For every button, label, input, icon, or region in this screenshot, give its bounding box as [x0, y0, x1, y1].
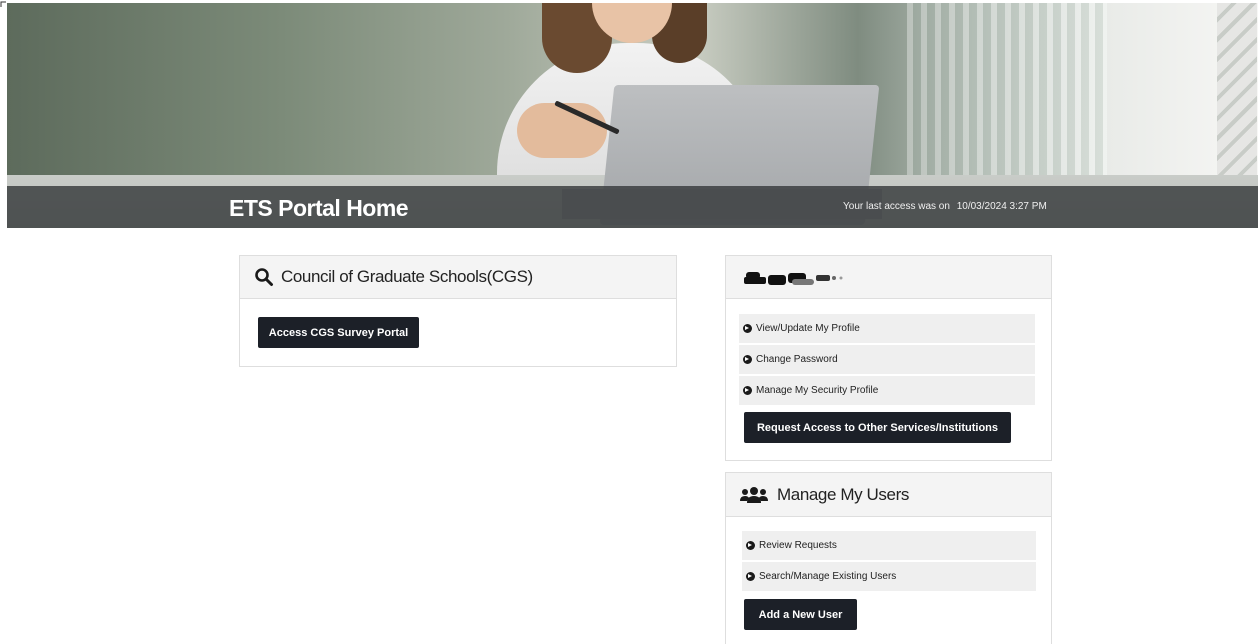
chevron-right-circle-icon: [746, 572, 755, 581]
last-access-info: Your last access was on 10/03/2024 3:27 …: [843, 201, 1047, 212]
cgs-panel: Council of Graduate Schools(CGS) Access …: [239, 255, 677, 367]
menu-item-manage-security-profile[interactable]: Manage My Security Profile: [739, 376, 1035, 405]
menu-item-label: View/Update My Profile: [756, 323, 860, 334]
profile-panel-header: [726, 256, 1051, 299]
menu-item-label: Review Requests: [759, 540, 837, 551]
hero-window: [907, 3, 1107, 193]
cgs-panel-header: Council of Graduate Schools(CGS): [240, 256, 676, 299]
users-panel-header: Manage My Users: [726, 473, 1051, 517]
hero-title-bar: [7, 186, 1258, 228]
menu-item-label: Manage My Security Profile: [756, 385, 879, 396]
menu-item-change-password[interactable]: Change Password: [739, 345, 1035, 374]
last-access-label: Your last access was on: [843, 201, 950, 212]
users-panel: Manage My Users Review Requests Search/M…: [725, 472, 1052, 644]
access-cgs-survey-portal-button[interactable]: Access CGS Survey Portal: [258, 317, 419, 348]
request-access-button[interactable]: Request Access to Other Services/Institu…: [744, 412, 1011, 443]
page-title: ETS Portal Home: [229, 195, 409, 221]
profile-panel: View/Update My Profile Change Password M…: [725, 255, 1052, 461]
hero-window-frame: [1217, 3, 1257, 193]
chevron-right-circle-icon: [746, 541, 755, 550]
chevron-right-circle-icon: [743, 386, 752, 395]
cgs-panel-title: Council of Graduate Schools(CGS): [281, 267, 533, 286]
menu-item-label: Search/Manage Existing Users: [759, 571, 897, 582]
redacted-username: [744, 272, 843, 285]
hero-person-hand: [517, 103, 607, 158]
add-new-user-button[interactable]: Add a New User: [744, 599, 857, 630]
users-panel-title: Manage My Users: [777, 484, 909, 504]
menu-item-review-requests[interactable]: Review Requests: [742, 531, 1036, 560]
menu-item-view-update-profile[interactable]: View/Update My Profile: [739, 314, 1035, 343]
hero-banner: ETS Portal Home Your last access was on …: [7, 3, 1258, 228]
menu-item-label: Change Password: [756, 354, 838, 365]
chevron-right-circle-icon: [743, 324, 752, 333]
search-icon: [255, 268, 273, 286]
users-icon: [740, 486, 768, 503]
last-access-value: 10/03/2024 3:27 PM: [956, 201, 1047, 212]
menu-item-search-manage-users[interactable]: Search/Manage Existing Users: [742, 562, 1036, 591]
chevron-right-circle-icon: [743, 355, 752, 364]
